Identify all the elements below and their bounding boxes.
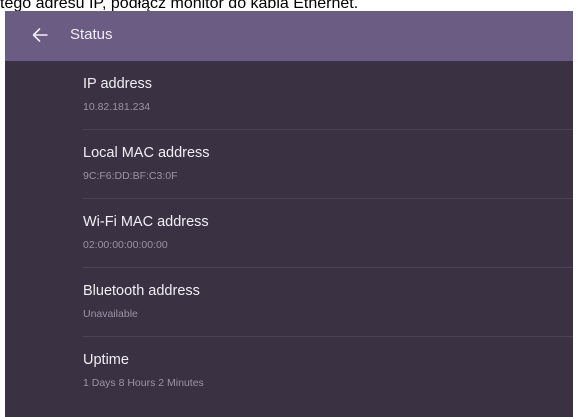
item-value: 9C:F6:DD:BF:C3:0F [83, 170, 178, 182]
item-value: Unavailable [83, 308, 138, 320]
app-bar: Status [5, 11, 573, 61]
list-item-ip-address[interactable]: IP address 10.82.181.234 [5, 61, 573, 130]
item-value: 10.82.181.234 [83, 101, 151, 113]
list-item-bluetooth-address[interactable]: Bluetooth address Unavailable [5, 268, 573, 337]
page-title: Status [70, 26, 113, 43]
status-screen: Status IP address 10.82.181.234 Local MA… [5, 11, 573, 417]
item-label: Wi-Fi MAC address [83, 214, 209, 230]
document-page: tego adresu IP, podłącz monitor do kabla… [0, 0, 577, 417]
back-button[interactable] [29, 24, 51, 46]
arrow-left-icon [32, 28, 48, 42]
list-item-local-mac-address[interactable]: Local MAC address 9C:F6:DD:BF:C3:0F [5, 130, 573, 199]
item-label: Local MAC address [83, 145, 210, 161]
item-value: 1 Days 8 Hours 2 Minutes [83, 377, 204, 389]
list-item-wifi-mac-address[interactable]: Wi-Fi MAC address 02:00:00:00:00:00 [5, 199, 573, 268]
item-label: IP address [83, 76, 153, 92]
list-item-uptime[interactable]: Uptime 1 Days 8 Hours 2 Minutes [5, 337, 573, 406]
item-label: Uptime [83, 352, 129, 368]
item-value: 02:00:00:00:00:00 [83, 239, 168, 251]
item-label: Bluetooth address [83, 283, 200, 299]
